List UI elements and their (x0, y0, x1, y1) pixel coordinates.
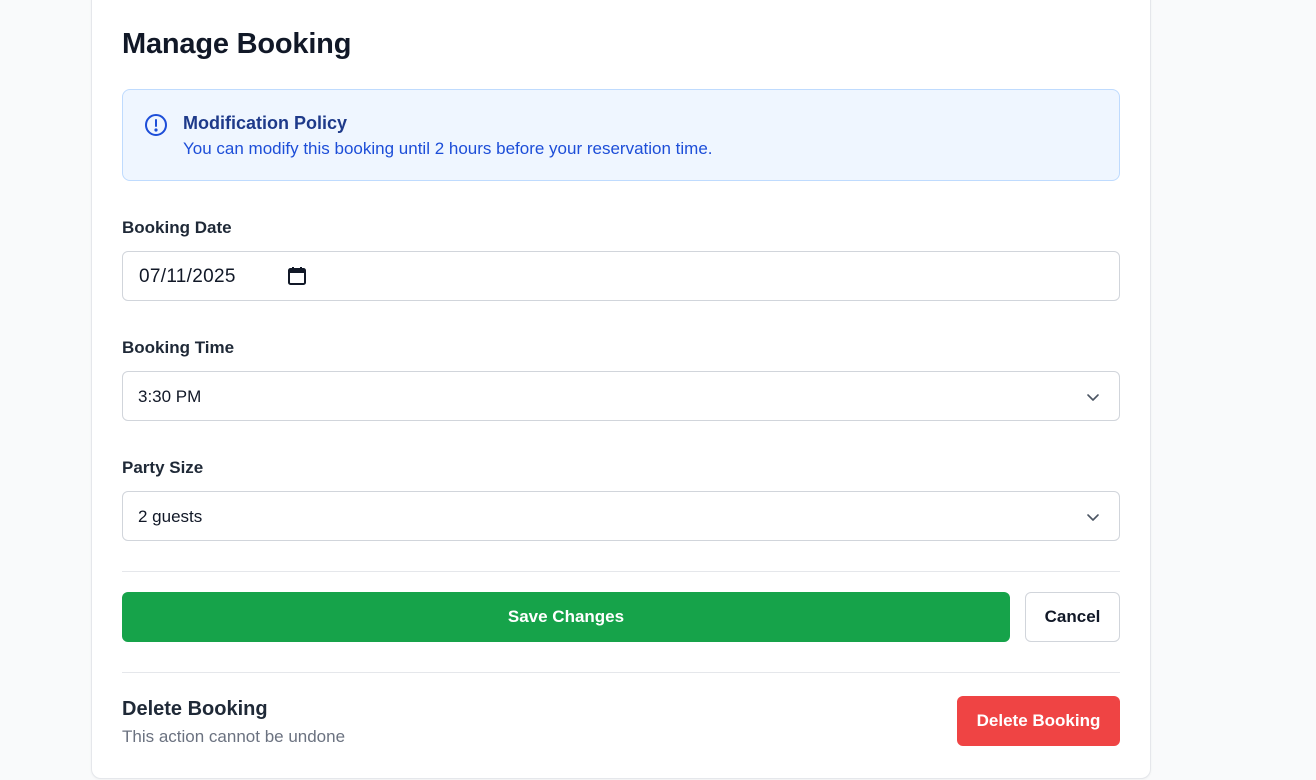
booking-date-label: Booking Date (122, 218, 232, 237)
delete-booking-title: Delete Booking (122, 698, 268, 720)
cancel-button[interactable]: Cancel (1025, 592, 1120, 642)
danger-zone-divider (122, 672, 1120, 673)
policy-title: Modification Policy (183, 113, 348, 133)
delete-booking-subtitle: This action cannot be undone (122, 727, 346, 746)
party-size-label: Party Size (122, 458, 204, 477)
chevron-down-icon (1087, 514, 1099, 521)
booking-time-label: Booking Time (122, 338, 235, 357)
delete-booking-button[interactable]: Delete Booking (957, 696, 1120, 746)
booking-time-select[interactable]: 3:30 PM (122, 371, 1120, 421)
booking-time-value: 3:30 PM (138, 387, 202, 406)
save-changes-button[interactable]: Save Changes (122, 592, 1010, 642)
policy-notice: Modification Policy You can modify this … (122, 89, 1120, 181)
policy-text: You can modify this booking until 2 hour… (183, 139, 713, 158)
booking-date-input[interactable]: 07/11/2025 (122, 251, 1120, 301)
booking-date-value: 07/11/2025 (139, 266, 236, 287)
chevron-down-icon (1087, 394, 1099, 401)
actions-divider (122, 571, 1120, 572)
info-circle-icon (145, 114, 167, 136)
party-size-value: 2 guests (138, 507, 203, 526)
calendar-icon[interactable] (287, 266, 307, 286)
page-title: Manage Booking (122, 28, 352, 60)
party-size-select[interactable]: 2 guests (122, 491, 1120, 541)
